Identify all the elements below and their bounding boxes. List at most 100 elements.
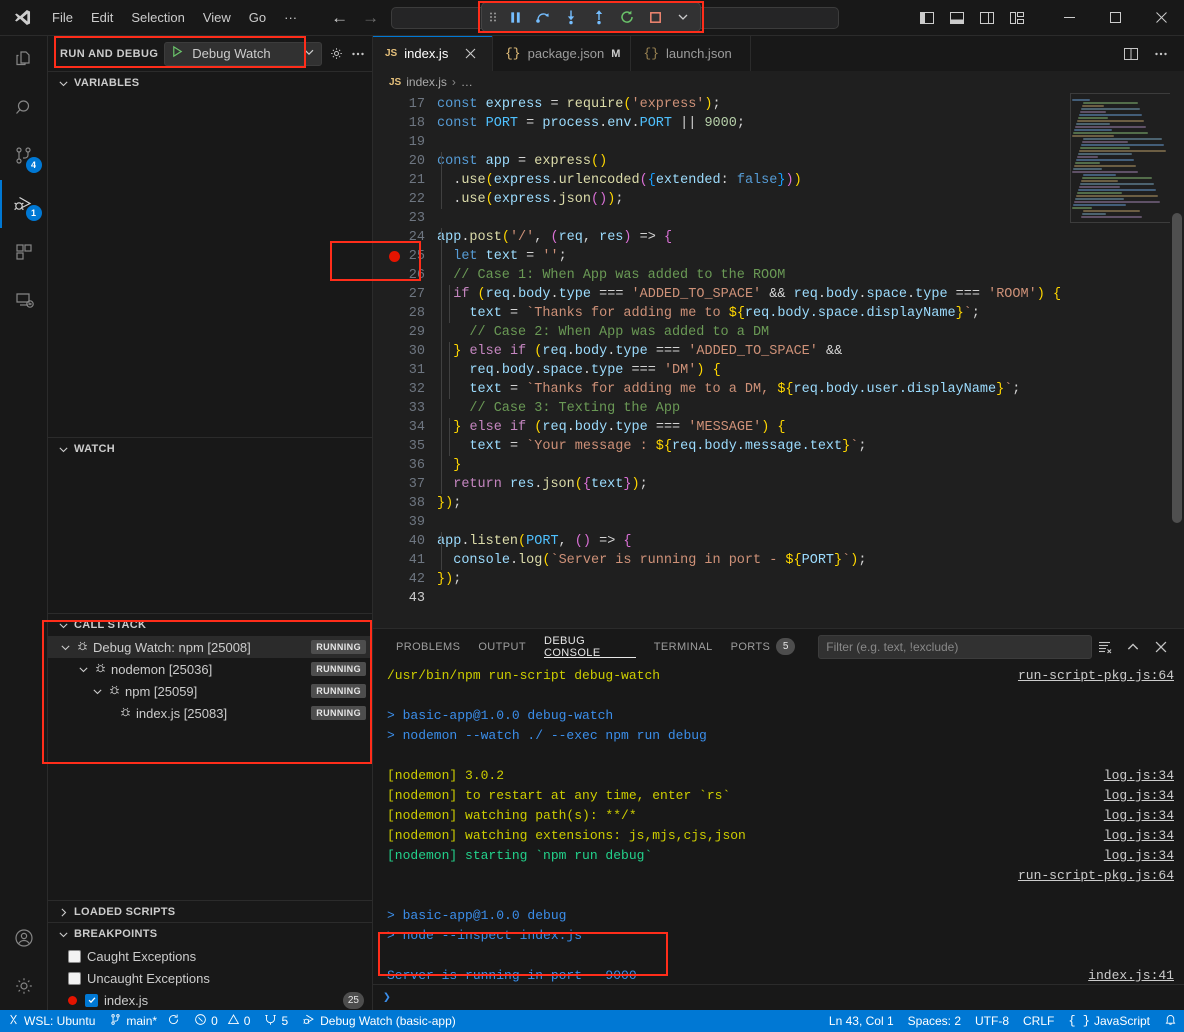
status-problems[interactable]: 0 0 [187,1010,257,1032]
editor-scrollbar-thumb[interactable] [1172,213,1182,523]
close-panel-button[interactable] [1148,634,1174,660]
menu-go[interactable]: Go [241,6,274,29]
console-source-link-6[interactable]: log.js:34 [1104,786,1174,806]
code-line-32[interactable]: text = `Thanks for adding me to a DM, ${… [437,380,1020,399]
code-line-38[interactable]: }); [437,494,461,513]
chevron-down-icon[interactable] [58,642,72,653]
activity-accounts[interactable] [0,914,48,962]
maximize-window-button[interactable] [1092,0,1138,36]
code-line-21[interactable]: .use(express.urlencoded({extended: false… [437,171,802,190]
console-filter[interactable] [818,635,1092,659]
section-header-call-stack[interactable]: CALL STACK [48,614,372,636]
breakpoint-checkbox-index-js[interactable] [85,994,98,1007]
toggle-panel-button[interactable] [944,5,970,31]
debug-step-over-button[interactable] [530,5,556,29]
breakpoint-checkbox-uncaught[interactable] [68,972,81,985]
breakpoint-row-index-js[interactable]: index.js 25 [48,989,372,1010]
tab-index-js[interactable]: JS index.js [373,36,493,71]
sidebar-more-actions-button[interactable] [350,43,366,65]
code-line-31[interactable]: req.body.space.type === 'DM') { [437,361,721,380]
status-cursor-position[interactable]: Ln 43, Col 1 [822,1010,901,1032]
activity-search[interactable] [0,84,48,132]
debug-restart-button[interactable] [614,5,640,29]
console-source-link-5[interactable]: log.js:34 [1104,766,1174,786]
editor-minimap[interactable] [1070,93,1170,628]
console-source-link-7[interactable]: log.js:34 [1104,806,1174,826]
customize-layout-button[interactable] [1004,5,1030,31]
launch-configuration-select[interactable]: Debug Watch [164,42,322,66]
chevron-down-icon[interactable] [90,686,104,697]
tab-launch-json[interactable]: {} launch.json [631,36,751,71]
sync-icon[interactable] [167,1013,180,1029]
code-line-18[interactable]: const PORT = process.env.PORT || 9000; [437,114,745,133]
call-stack-row-2[interactable]: npm [25059] RUNNING [48,680,372,702]
breadcrumb-file[interactable]: index.js [406,75,447,89]
editor-scrollbar[interactable] [1170,93,1184,628]
breakpoint-checkbox-caught[interactable] [68,950,81,963]
activity-run-and-debug[interactable]: 1 [0,180,48,228]
toggle-primary-sidebar-button[interactable] [914,5,940,31]
status-branch[interactable]: main* [102,1010,187,1032]
breakpoint-marker-line-25[interactable] [389,251,400,262]
split-editor-button[interactable] [1118,41,1144,67]
code-line-22[interactable]: .use(express.json()); [437,190,623,209]
debug-step-into-button[interactable] [558,5,584,29]
code-line-35[interactable]: text = `Your message : ${req.body.messag… [437,437,866,456]
code-line-20[interactable]: const app = express() [437,152,607,171]
code-line-41[interactable]: console.log(`Server is running in port -… [437,551,866,570]
debug-session-dropdown-button[interactable] [670,5,696,29]
debug-step-out-button[interactable] [586,5,612,29]
code-line-30[interactable]: } else if (req.body.type === 'ADDED_TO_S… [437,342,842,361]
status-encoding[interactable]: UTF-8 [968,1010,1016,1032]
activity-explorer[interactable] [0,36,48,84]
debug-toolbar-drag-handle[interactable] [486,9,500,25]
code-line-37[interactable]: return res.json({text}); [437,475,648,494]
play-icon[interactable] [171,45,184,63]
section-header-loaded-scripts[interactable]: LOADED SCRIPTS [48,901,372,923]
call-stack-row-0[interactable]: Debug Watch: npm [25008] RUNNING [48,636,372,658]
menu-more[interactable]: ··· [276,6,305,29]
code-line-29[interactable]: // Case 2: When App was added to a DM [437,323,769,342]
menu-view[interactable]: View [195,6,239,29]
code-line-24[interactable]: app.post('/', (req, res) => { [437,228,672,247]
code-line-27[interactable]: if (req.body.type === 'ADDED_TO_SPACE' &… [437,285,1061,304]
code-line-28[interactable]: text = `Thanks for adding me to ${req.bo… [437,304,980,323]
section-header-variables[interactable]: VARIABLES [48,72,372,94]
toggle-secondary-sidebar-button[interactable] [974,5,1000,31]
console-source-link-9[interactable]: log.js:34 [1104,846,1174,866]
menu-selection[interactable]: Selection [123,6,192,29]
menu-edit[interactable]: Edit [83,6,121,29]
debug-stop-button[interactable] [642,5,668,29]
minimap-slider[interactable] [1070,93,1170,223]
tab-package-json[interactable]: {} package.json M [493,36,631,71]
console-source-link-10[interactable]: run-script-pkg.js:64 [1018,866,1174,886]
arrow-right-icon[interactable]: → [362,9,379,26]
breakpoint-row-uncaught-exceptions[interactable]: Uncaught Exceptions [48,967,372,989]
status-notifications[interactable] [1157,1010,1184,1032]
debug-console-input-row[interactable]: ❯ [373,984,1184,1010]
call-stack-row-3[interactable]: index.js [25083] RUNNING [48,702,372,724]
debug-settings-button[interactable] [328,43,344,65]
code-line-42[interactable]: }); [437,570,461,589]
activity-remote-explorer[interactable] [0,276,48,324]
menu-file[interactable]: File [44,6,81,29]
activity-source-control[interactable]: 4 [0,132,48,180]
arrow-left-icon[interactable]: ← [331,9,348,26]
debug-pause-button[interactable] [502,5,528,29]
status-ports[interactable]: 5 [257,1010,295,1032]
tab-debug-console[interactable]: DEBUG CONSOLE [535,629,645,664]
clear-console-button[interactable] [1092,634,1118,660]
code-line-25[interactable]: let text = ''; [437,247,567,266]
console-filter-input[interactable] [826,640,1084,654]
status-eol[interactable]: CRLF [1016,1010,1061,1032]
code-line-34[interactable]: } else if (req.body.type === 'MESSAGE') … [437,418,786,437]
close-window-button[interactable] [1138,0,1184,36]
breadcrumb-symbol[interactable]: … [461,75,473,89]
close-icon[interactable] [461,45,479,63]
status-remote-host[interactable]: WSL: Ubuntu [0,1010,102,1032]
minimize-window-button[interactable] [1046,0,1092,36]
status-debug-session[interactable]: Debug Watch (basic-app) [295,1010,463,1032]
code-line-33[interactable]: // Case 3: Texting the App [437,399,680,418]
activity-extensions[interactable] [0,228,48,276]
console-source-link-0[interactable]: run-script-pkg.js:64 [1018,666,1174,686]
